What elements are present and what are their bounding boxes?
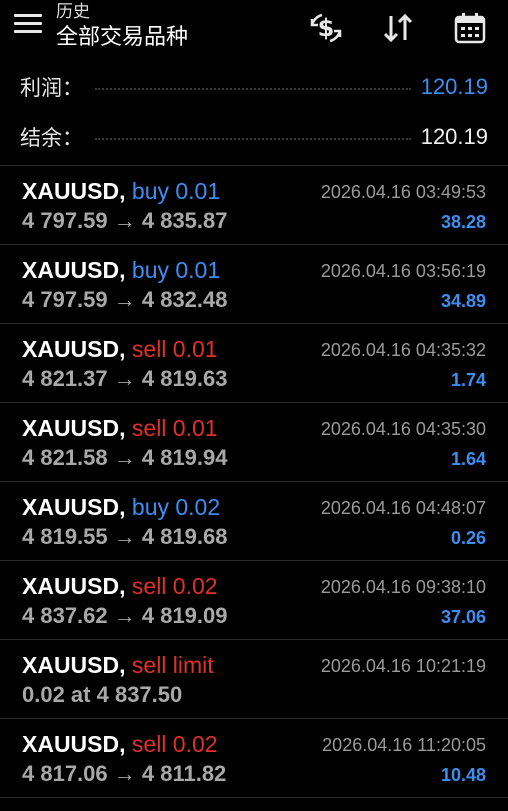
sort-icon[interactable]	[376, 8, 420, 48]
trade-symbol: XAUUSD,	[22, 178, 126, 204]
trade-time: 2026.04.16 04:48:07	[320, 498, 486, 518]
title-block: 历史 全部交易品种	[56, 2, 188, 52]
trade-title: XAUUSD, sell 0.02	[22, 573, 218, 600]
trade-title: XAUUSD, buy 0.02	[22, 494, 220, 521]
trade-prices: 4 797.59 → 4 832.48	[22, 287, 228, 312]
trade-profit: 0.26	[450, 528, 486, 548]
profit-value: 120.19	[420, 74, 488, 99]
trade-time: 2026.04.16 09:38:10	[320, 577, 486, 597]
trade-history-list: XAUUSD, buy 0.01 4 797.59 → 4 835.87 202…	[0, 165, 508, 798]
trade-title: XAUUSD, sell 0.01	[22, 336, 218, 363]
currency-exchange-icon[interactable]: $	[304, 8, 348, 48]
trade-side: buy 0.02	[131, 494, 221, 520]
top-app-bar: 历史 全部交易品种 $	[0, 0, 508, 62]
svg-text:$: $	[318, 14, 335, 42]
trade-side: sell 0.01	[131, 415, 218, 441]
trade-side: sell 0.02	[131, 731, 218, 757]
trade-prices: 4 817.06 → 4 811.82	[22, 761, 227, 786]
trade-symbol: XAUUSD,	[22, 494, 126, 520]
trade-profit: 1.64	[450, 449, 486, 469]
trade-profit: 10.48	[440, 765, 486, 785]
trade-profit: 38.28	[440, 212, 486, 232]
trade-symbol: XAUUSD,	[22, 415, 126, 441]
symbol-filter-title[interactable]: 全部交易品种	[56, 22, 188, 52]
trade-symbol: XAUUSD,	[22, 336, 126, 362]
trade-profit: 34.89	[440, 291, 486, 311]
balance-row: 结余： 120.19	[20, 112, 488, 162]
trade-time: 2026.04.16 10:21:19	[320, 656, 486, 676]
trade-symbol: XAUUSD,	[22, 257, 126, 283]
trade-time: 2026.04.16 03:49:53	[320, 182, 486, 202]
dotted-leader	[95, 88, 411, 90]
trade-row[interactable]: XAUUSD, sell 0.01 4 821.58 → 4 819.94 20…	[0, 403, 508, 482]
calendar-icon[interactable]	[448, 8, 492, 48]
trade-row[interactable]: XAUUSD, buy 0.01 4 797.59 → 4 832.48 202…	[0, 245, 508, 324]
trade-time: 2026.04.16 11:20:05	[322, 735, 486, 755]
trade-prices: 4 821.37 → 4 819.63	[22, 366, 228, 391]
trade-title: XAUUSD, buy 0.01	[22, 257, 220, 284]
menu-icon[interactable]	[14, 14, 42, 38]
trade-profit: 37.06	[440, 607, 486, 627]
trade-side: sell 0.02	[131, 573, 218, 599]
trade-prices: 4 837.62 → 4 819.09	[22, 603, 228, 628]
balance-value: 120.19	[420, 124, 488, 149]
dotted-leader	[95, 138, 411, 140]
trade-time: 2026.04.16 04:35:32	[320, 340, 486, 360]
trade-symbol: XAUUSD,	[22, 573, 126, 599]
trade-side: sell limit	[131, 652, 214, 678]
trade-row[interactable]: XAUUSD, sell 0.01 4 821.37 → 4 819.63 20…	[0, 324, 508, 403]
trade-prices: 4 821.58 → 4 819.94	[22, 445, 228, 470]
trade-row[interactable]: XAUUSD, sell 0.02 4 817.06 → 4 811.82 20…	[0, 719, 508, 798]
trade-title: XAUUSD, sell limit	[22, 652, 214, 679]
trade-row[interactable]: XAUUSD, sell limit 0.02 at 4 837.50 2026…	[0, 640, 508, 719]
trade-side: sell 0.01	[131, 336, 218, 362]
balance-label: 结余：	[20, 127, 83, 150]
trade-side: buy 0.01	[131, 257, 221, 283]
trade-title: XAUUSD, buy 0.01	[22, 178, 220, 205]
trade-side: buy 0.01	[131, 178, 221, 204]
profit-row: 利润： 120.19	[20, 62, 488, 112]
trade-title: XAUUSD, sell 0.01	[22, 415, 218, 442]
summary-section: 利润： 120.19 结余： 120.19	[0, 62, 508, 162]
trade-prices: 0.02 at 4 837.50	[22, 682, 183, 707]
trade-time: 2026.04.16 04:35:30	[320, 419, 486, 439]
trade-symbol: XAUUSD,	[22, 731, 126, 757]
trade-row[interactable]: XAUUSD, buy 0.02 4 819.55 → 4 819.68 202…	[0, 482, 508, 561]
trade-prices: 4 797.59 → 4 835.87	[22, 208, 228, 233]
page-subtitle: 历史	[56, 2, 90, 21]
profit-label: 利润：	[20, 77, 83, 100]
trade-title: XAUUSD, sell 0.02	[22, 731, 218, 758]
trade-symbol: XAUUSD,	[22, 652, 126, 678]
trade-prices: 4 819.55 → 4 819.68	[22, 524, 228, 549]
trade-profit: 1.74	[450, 370, 486, 390]
trade-row[interactable]: XAUUSD, sell 0.02 4 837.62 → 4 819.09 20…	[0, 561, 508, 640]
trade-time: 2026.04.16 03:56:19	[320, 261, 486, 281]
trade-row[interactable]: XAUUSD, buy 0.01 4 797.59 → 4 835.87 202…	[0, 166, 508, 245]
